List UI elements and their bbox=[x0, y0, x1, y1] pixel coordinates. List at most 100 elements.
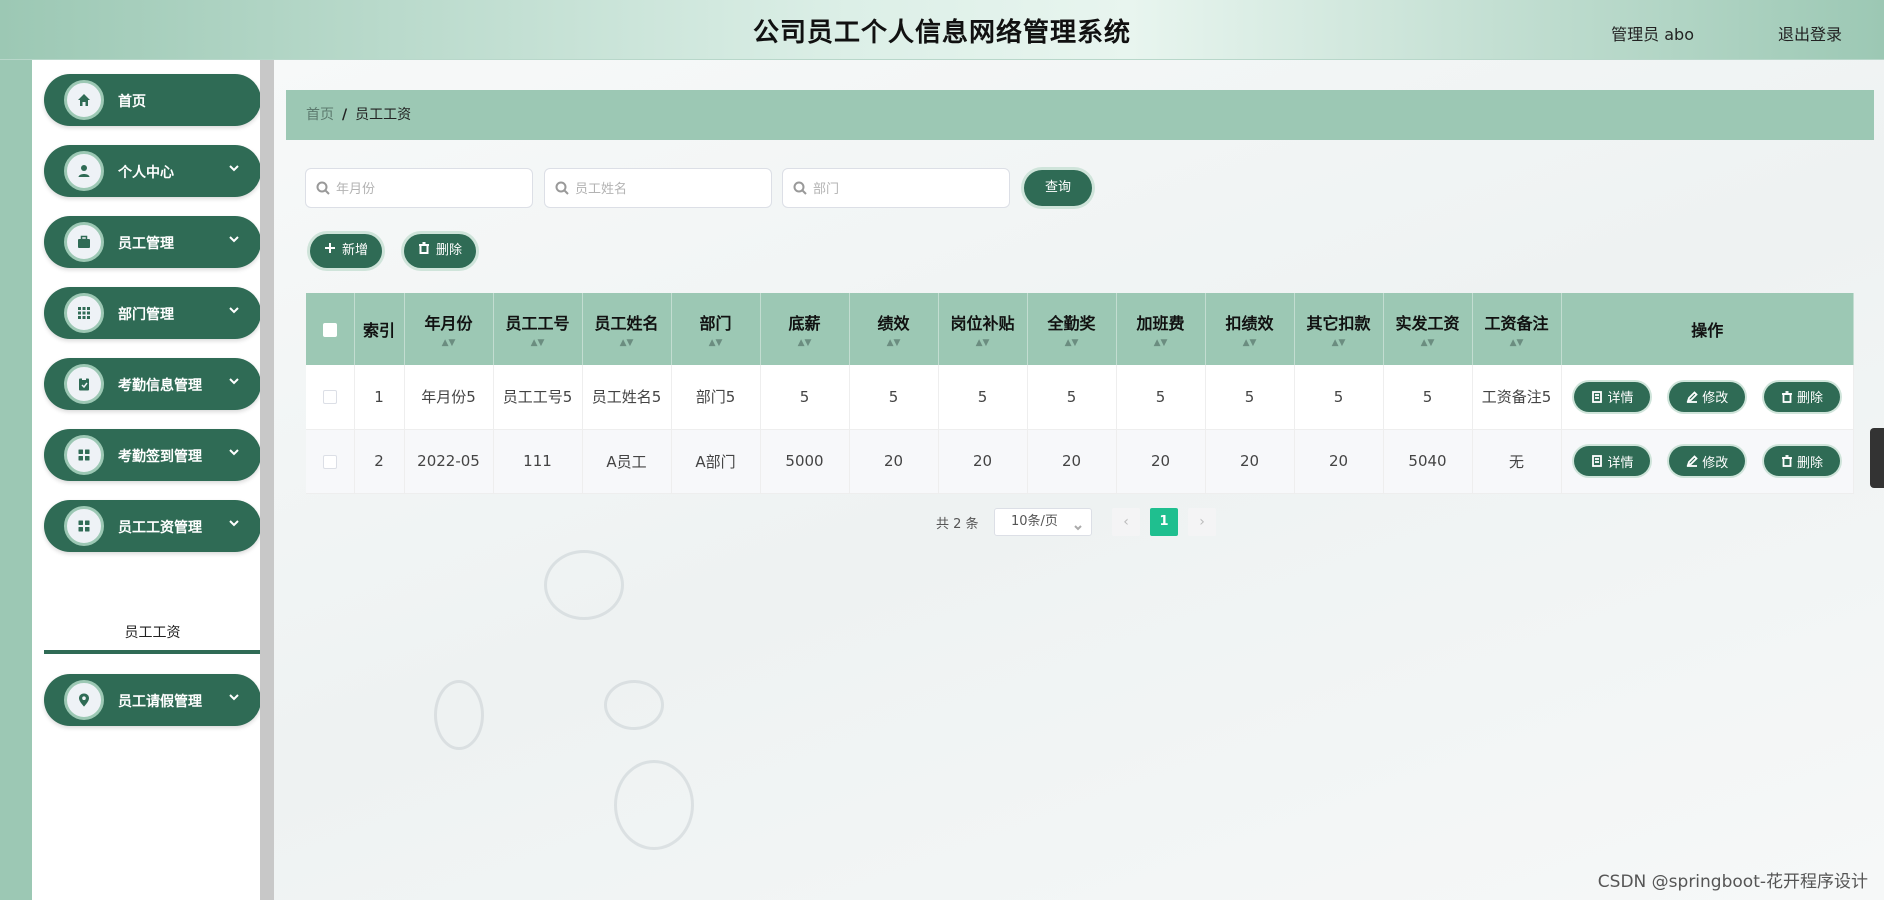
column-title: 员工姓名 bbox=[594, 314, 659, 333]
table-row: 2 2022-05 111 A员工 A部门 5000 20 20 20 20 2… bbox=[306, 429, 1854, 494]
location-icon bbox=[64, 680, 104, 720]
detail-button[interactable]: 详情 bbox=[1574, 381, 1651, 412]
sort-icon[interactable]: ▲▼ bbox=[850, 338, 938, 348]
column-header[interactable]: 其它扣款 ▲▼ bbox=[1294, 293, 1384, 365]
table-cell: A部门 bbox=[671, 429, 761, 494]
column-header[interactable]: 实发工资 ▲▼ bbox=[1383, 293, 1473, 365]
column-header[interactable]: 加班费 ▲▼ bbox=[1116, 293, 1206, 365]
sort-icon[interactable]: ▲▼ bbox=[1028, 338, 1116, 348]
sort-icon[interactable]: ▲▼ bbox=[405, 338, 493, 348]
sidebar-item-label: 员工工资管理 bbox=[118, 520, 202, 536]
name-search-input[interactable] bbox=[575, 177, 765, 201]
sort-icon[interactable]: ▲▼ bbox=[1384, 338, 1472, 348]
month-search-input[interactable] bbox=[336, 177, 526, 201]
column-header[interactable]: 底薪 ▲▼ bbox=[760, 293, 850, 365]
column-title: 其它扣款 bbox=[1306, 314, 1371, 333]
add-button[interactable]: 新增 bbox=[310, 234, 383, 268]
operations-cell: 详情 修改 删除 bbox=[1561, 365, 1854, 430]
page-number-current[interactable]: 1 bbox=[1150, 508, 1178, 536]
sidebar-item-salary-management[interactable]: 员工工资管理 bbox=[44, 500, 261, 552]
background-decoration bbox=[434, 680, 484, 750]
column-header[interactable]: 绩效 ▲▼ bbox=[849, 293, 939, 365]
next-page-button[interactable]: › bbox=[1188, 508, 1216, 536]
left-decor-strip bbox=[0, 60, 32, 900]
delete-button[interactable]: 删除 bbox=[1764, 446, 1841, 476]
table-cell: 20 bbox=[1205, 429, 1295, 494]
sidebar-item-attendance-info[interactable]: 考勤信息管理 bbox=[44, 358, 261, 410]
sort-icon[interactable]: ▲▼ bbox=[583, 338, 671, 348]
salary-table: 索引 年月份 ▲▼ 员工工号 ▲▼ 员工姓名 ▲▼ 部门 ▲▼ 底薪 ▲▼ 绩效 ▲▼ 岗位… bbox=[306, 293, 1854, 494]
table-cell: 20 bbox=[1294, 429, 1384, 494]
department-search-field[interactable] bbox=[782, 168, 1010, 208]
sidebar-item-attendance-signin[interactable]: 考勤签到管理 bbox=[44, 429, 261, 481]
column-header[interactable]: 员工姓名 ▲▼ bbox=[582, 293, 672, 365]
name-search-field[interactable] bbox=[544, 168, 772, 208]
sidebar-item-label: 员工管理 bbox=[118, 236, 174, 252]
row-checkbox[interactable] bbox=[322, 390, 337, 405]
sort-icon[interactable]: ▲▼ bbox=[939, 338, 1027, 348]
table-header-row: 索引 年月份 ▲▼ 员工工号 ▲▼ 员工姓名 ▲▼ 部门 ▲▼ 底薪 ▲▼ 绩效 ▲▼ 岗位… bbox=[306, 293, 1854, 365]
submenu-item-employee-salary[interactable]: 员工工资 bbox=[44, 614, 261, 654]
row-checkbox[interactable] bbox=[322, 454, 337, 469]
sort-icon[interactable]: ▲▼ bbox=[672, 338, 760, 348]
table-cell: 20 bbox=[938, 429, 1028, 494]
column-header[interactable]: 工资备注 ▲▼ bbox=[1472, 293, 1562, 365]
edit-label: 修改 bbox=[1702, 391, 1729, 407]
edit-button[interactable]: 修改 bbox=[1669, 381, 1746, 412]
prev-page-button[interactable]: ‹ bbox=[1112, 508, 1140, 536]
delete-button[interactable]: 删除 bbox=[1764, 381, 1841, 412]
table-cell: 20 bbox=[1116, 429, 1206, 494]
sidebar-item-department-management[interactable]: 部门管理 bbox=[44, 287, 261, 339]
column-header[interactable]: 扣绩效 ▲▼ bbox=[1205, 293, 1295, 365]
column-header[interactable]: 年月份 ▲▼ bbox=[404, 293, 494, 365]
department-search-input[interactable] bbox=[813, 177, 1003, 201]
column-title: 全勤奖 bbox=[1047, 314, 1096, 333]
apps-icon bbox=[64, 435, 104, 475]
batch-delete-button[interactable]: 删除 bbox=[404, 234, 477, 268]
query-button[interactable]: 查询 bbox=[1024, 170, 1092, 206]
detail-button[interactable]: 详情 bbox=[1574, 446, 1651, 476]
sort-icon[interactable]: ▲▼ bbox=[1117, 338, 1205, 348]
breadcrumb: 首页 / 员工工资 bbox=[286, 90, 1874, 140]
select-all-checkbox[interactable] bbox=[322, 323, 337, 337]
page-size-select[interactable]: 10条/页 bbox=[994, 508, 1092, 536]
column-header[interactable]: 部门 ▲▼ bbox=[671, 293, 761, 365]
sidebar-item-leave-management[interactable]: 员工请假管理 bbox=[44, 674, 261, 726]
table-cell: 5000 bbox=[760, 429, 850, 494]
sort-icon[interactable]: ▲▼ bbox=[1295, 338, 1383, 348]
column-title: 底薪 bbox=[788, 314, 821, 333]
background-decoration bbox=[604, 680, 664, 730]
edit-icon bbox=[1686, 390, 1699, 403]
logout-link[interactable]: 退出登录 bbox=[1778, 21, 1842, 45]
app-title: 公司员工个人信息网络管理系统 bbox=[752, 18, 1131, 48]
column-title: 岗位补贴 bbox=[950, 314, 1015, 333]
sidebar-item-label: 考勤信息管理 bbox=[118, 378, 202, 394]
edit-button[interactable]: 修改 bbox=[1669, 446, 1746, 476]
column-header[interactable]: 全勤奖 ▲▼ bbox=[1027, 293, 1117, 365]
sort-icon[interactable]: ▲▼ bbox=[1473, 338, 1561, 348]
sidebar-item-personal-center[interactable]: 个人中心 bbox=[44, 145, 261, 197]
breadcrumb-home[interactable]: 首页 bbox=[306, 107, 334, 123]
column-title: 操作 bbox=[1691, 321, 1724, 340]
column-title: 工资备注 bbox=[1484, 314, 1549, 333]
column-header[interactable]: 员工工号 ▲▼ bbox=[493, 293, 583, 365]
background-decoration bbox=[614, 760, 694, 850]
sort-icon[interactable]: ▲▼ bbox=[1206, 338, 1294, 348]
row-select-cell bbox=[306, 429, 355, 494]
right-collapse-tab[interactable] bbox=[1870, 428, 1884, 488]
month-search-field[interactable] bbox=[305, 168, 533, 208]
operations-cell: 详情 修改 删除 bbox=[1561, 429, 1854, 494]
table-cell: 员工姓名5 bbox=[582, 365, 672, 430]
sidebar-item-home[interactable]: 首页 bbox=[44, 74, 261, 126]
sidebar-item-employee-management[interactable]: 员工管理 bbox=[44, 216, 261, 268]
sidebar-scrollbar[interactable] bbox=[260, 60, 274, 900]
column-header[interactable]: 岗位补贴 ▲▼ bbox=[938, 293, 1028, 365]
sidebar-item-label: 部门管理 bbox=[118, 307, 174, 323]
detail-label: 详情 bbox=[1607, 391, 1634, 407]
page-size-value: 10条/页 bbox=[1011, 514, 1058, 529]
user-icon bbox=[64, 151, 104, 191]
sort-icon[interactable]: ▲▼ bbox=[494, 338, 582, 348]
sort-icon[interactable]: ▲▼ bbox=[761, 338, 849, 348]
column-header: 索引 bbox=[354, 293, 405, 365]
chevron-down-icon bbox=[227, 374, 241, 388]
